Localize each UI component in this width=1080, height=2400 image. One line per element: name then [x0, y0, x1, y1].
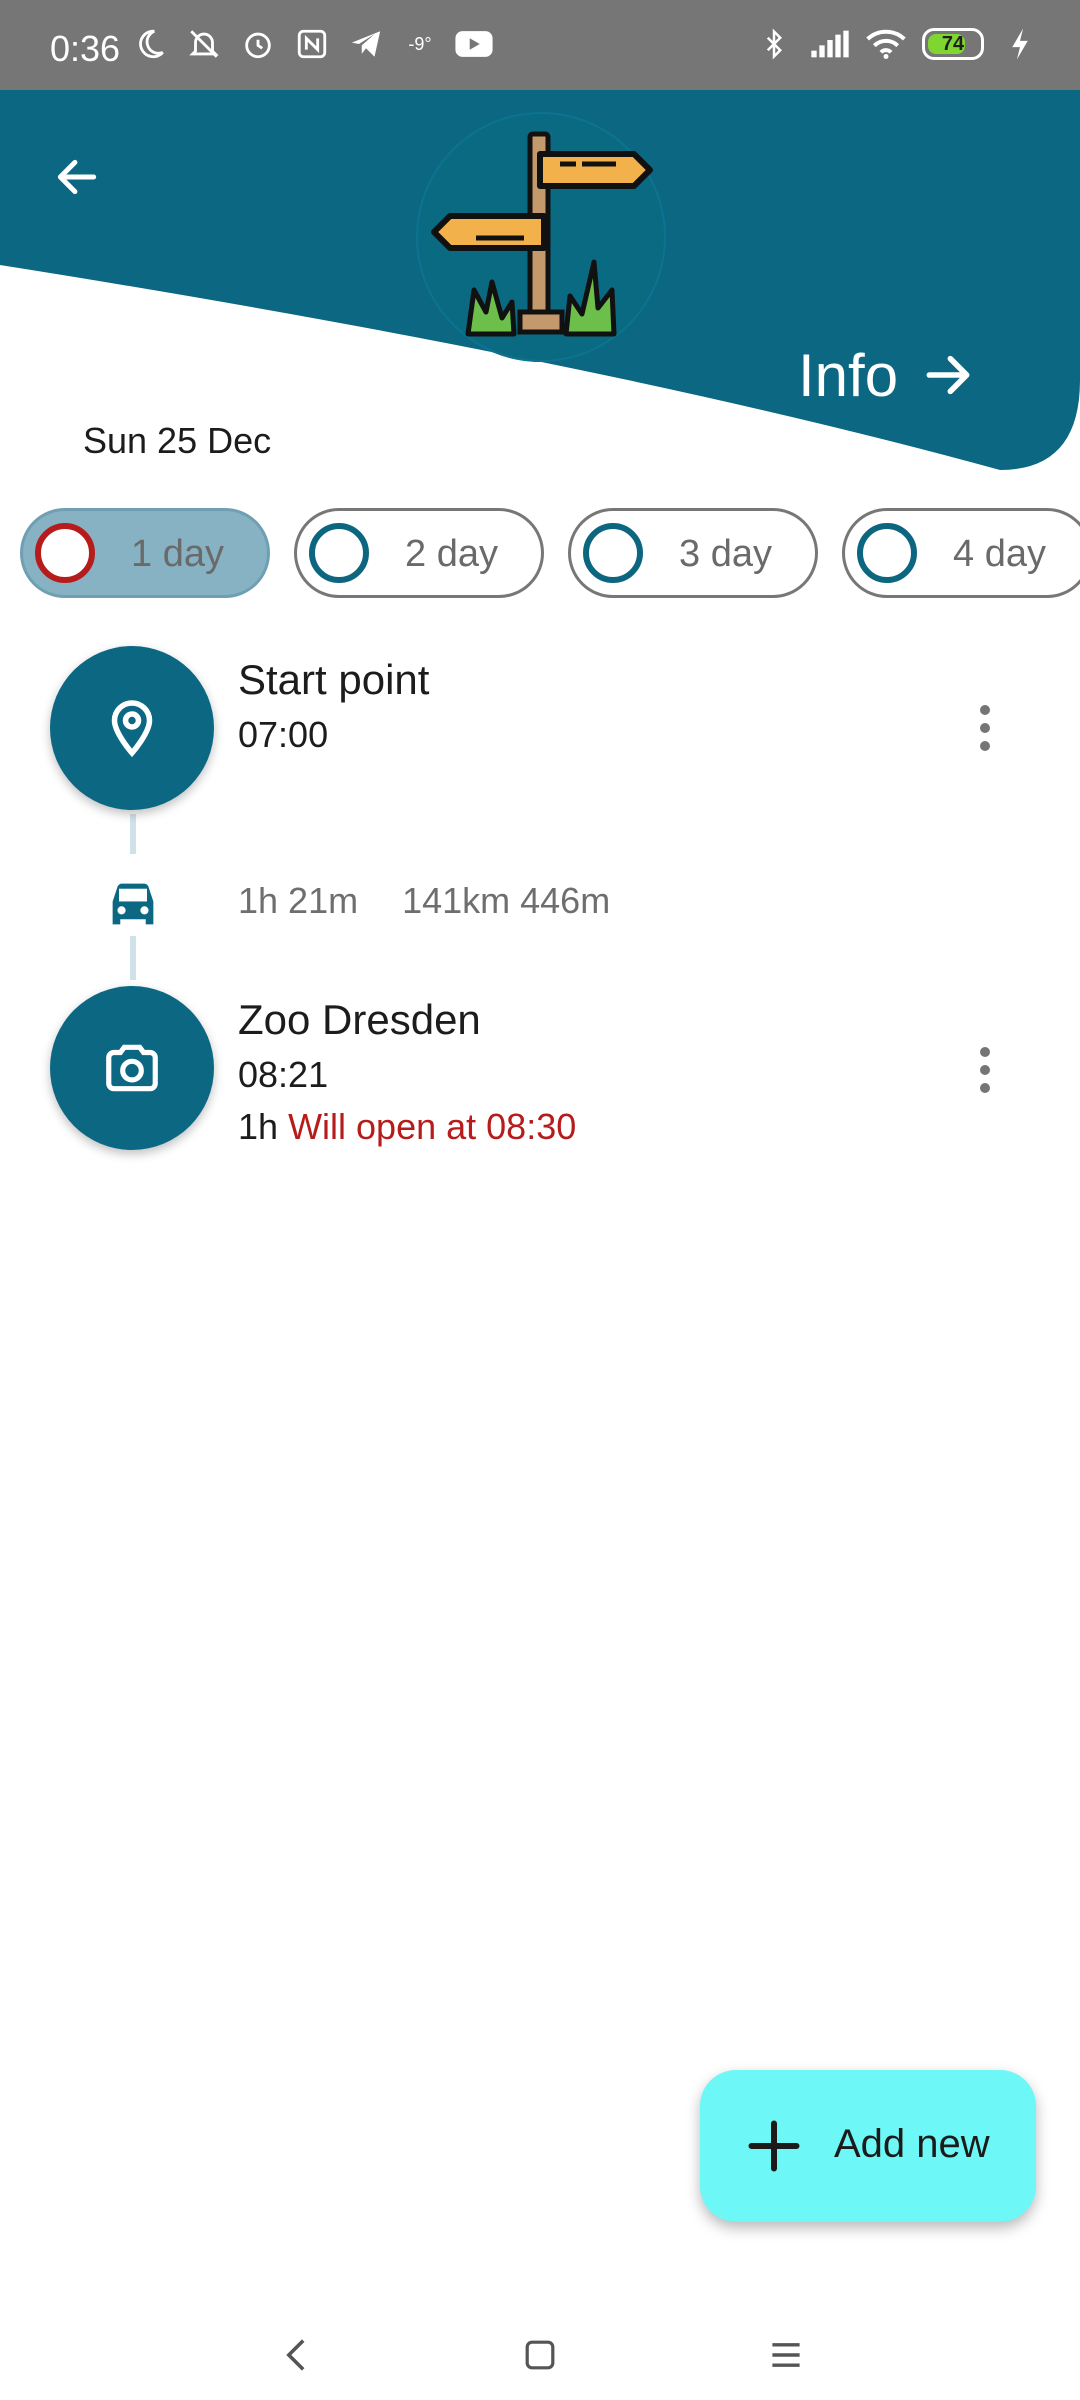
day-chip-label: 4 day — [953, 533, 1046, 575]
start-point-node[interactable] — [50, 646, 214, 810]
info-label: Info — [798, 341, 899, 409]
info-button[interactable]: Info — [798, 330, 976, 420]
charging-icon — [1000, 24, 1040, 64]
day-chip-label: 2 day — [405, 533, 498, 575]
day-selector: 1 day 2 day 3 day 4 day — [20, 508, 1080, 598]
status-time: 0:36 — [50, 28, 121, 69]
status-icons-right: 74 — [754, 24, 1040, 64]
day-chip-label: 1 day — [131, 533, 224, 575]
wifi-icon — [866, 24, 906, 64]
signpost-logo — [416, 112, 666, 362]
camera-icon — [106, 1044, 158, 1092]
day-chip-2[interactable]: 2 day — [294, 508, 544, 598]
timeline-connector — [130, 814, 136, 854]
battery-level: 74 — [941, 32, 965, 55]
zoo-dresden-node[interactable] — [50, 986, 214, 1150]
day-indicator-ring — [583, 523, 643, 583]
bell-off-icon — [184, 24, 224, 64]
travel-distance: 141km 446m — [402, 880, 611, 921]
back-button[interactable] — [46, 146, 108, 208]
nav-home-button[interactable] — [510, 2330, 570, 2380]
timeline-item-time: 07:00 — [238, 714, 329, 755]
alarm-icon — [238, 24, 278, 64]
travel-info: 1h 21m 141km 446m — [238, 880, 610, 922]
plus-icon — [748, 2120, 800, 2172]
youtube-icon — [454, 24, 494, 64]
nav-menu-icon — [772, 2343, 800, 2367]
arrow-left-icon — [57, 159, 97, 195]
location-pin-icon — [111, 700, 153, 758]
nav-back-button[interactable] — [266, 2330, 326, 2380]
telegram-icon — [346, 24, 386, 64]
day-indicator-ring — [35, 523, 95, 583]
timeline-item-title: Start point — [238, 656, 430, 703]
item-more-button[interactable] — [960, 1030, 1010, 1110]
day-chip-1[interactable]: 1 day — [20, 508, 270, 598]
opening-warning: Will open at 08:30 — [288, 1106, 577, 1147]
day-chip-3[interactable]: 3 day — [568, 508, 818, 598]
timeline-item-time: 08:21 — [238, 1054, 329, 1095]
bluetooth-icon — [754, 24, 794, 64]
day-indicator-ring — [857, 523, 917, 583]
day-chip-label: 3 day — [679, 533, 772, 575]
day-indicator-ring — [309, 523, 369, 583]
nav-menu-button[interactable] — [756, 2330, 816, 2380]
arrow-right-icon — [926, 355, 970, 395]
add-new-label: Add new — [834, 2122, 990, 2166]
status-icons-left: -9° — [130, 24, 494, 64]
signal-icon — [810, 24, 850, 64]
system-nav-bar — [0, 2300, 1080, 2400]
status-bar: 0:36 -9° 74 — [0, 0, 1080, 90]
timeline-item-title: Zoo Dresden — [238, 996, 481, 1043]
travel-duration: 1h 21m — [238, 880, 359, 921]
timeline-item-details: 1h Will open at 08:30 — [238, 1106, 576, 1148]
add-new-button[interactable]: Add new — [700, 2070, 1036, 2222]
signpost-icon — [431, 131, 653, 337]
battery-icon: 74 — [922, 28, 984, 60]
item-more-button[interactable] — [960, 688, 1010, 768]
moon-icon — [130, 24, 170, 64]
car-icon — [112, 883, 154, 925]
trip-date: Sun 25 Dec — [83, 420, 272, 461]
nfc-icon — [292, 24, 332, 64]
temperature-text: -9° — [408, 33, 432, 54]
visit-duration: 1h — [238, 1106, 279, 1147]
timeline-connector — [130, 936, 136, 980]
nav-back-icon — [286, 2339, 305, 2371]
nav-home-icon — [525, 2340, 555, 2370]
day-chip-4[interactable]: 4 day — [842, 508, 1080, 598]
